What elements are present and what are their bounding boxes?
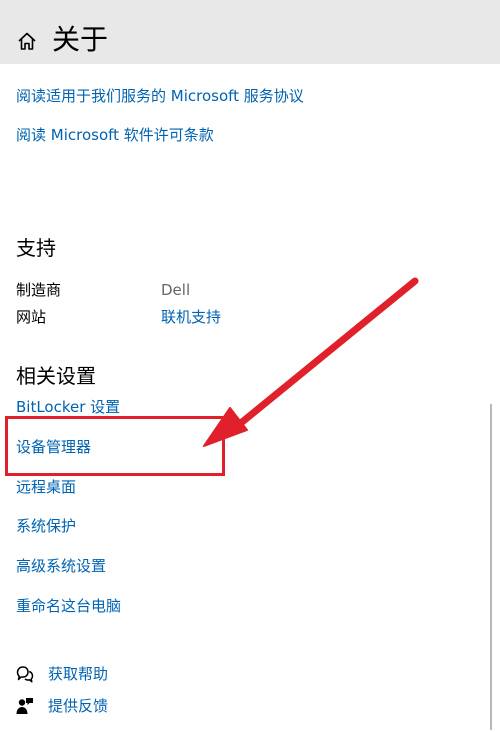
related-settings-title: 相关设置	[16, 364, 96, 388]
service-agreement-link[interactable]: 阅读适用于我们服务的 Microsoft 服务协议	[16, 85, 304, 107]
website-label: 网站	[16, 308, 47, 326]
bitlocker-settings-link[interactable]: BitLocker 设置	[16, 396, 120, 418]
rename-pc-link[interactable]: 重命名这台电脑	[16, 595, 121, 617]
scrollbar[interactable]	[490, 404, 492, 730]
manufacturer-label: 制造商	[16, 281, 62, 299]
page-header: 关于	[0, 0, 500, 64]
home-icon[interactable]	[16, 30, 38, 52]
remote-desktop-link[interactable]: 远程桌面	[16, 476, 76, 498]
license-terms-link[interactable]: 阅读 Microsoft 软件许可条款	[16, 124, 214, 146]
annotation-highlight-box	[5, 416, 225, 476]
advanced-system-settings-link[interactable]: 高级系统设置	[16, 555, 106, 577]
chat-bubbles-icon	[16, 666, 34, 683]
online-support-link[interactable]: 联机支持	[161, 306, 221, 328]
support-section-title: 支持	[16, 236, 56, 260]
get-help-link[interactable]: 获取帮助	[48, 663, 108, 685]
feedback-person-icon	[16, 698, 33, 714]
system-protection-link[interactable]: 系统保护	[16, 515, 76, 537]
page-title: 关于	[52, 23, 109, 56]
manufacturer-value: Dell	[161, 281, 191, 299]
give-feedback-link[interactable]: 提供反馈	[48, 695, 108, 717]
